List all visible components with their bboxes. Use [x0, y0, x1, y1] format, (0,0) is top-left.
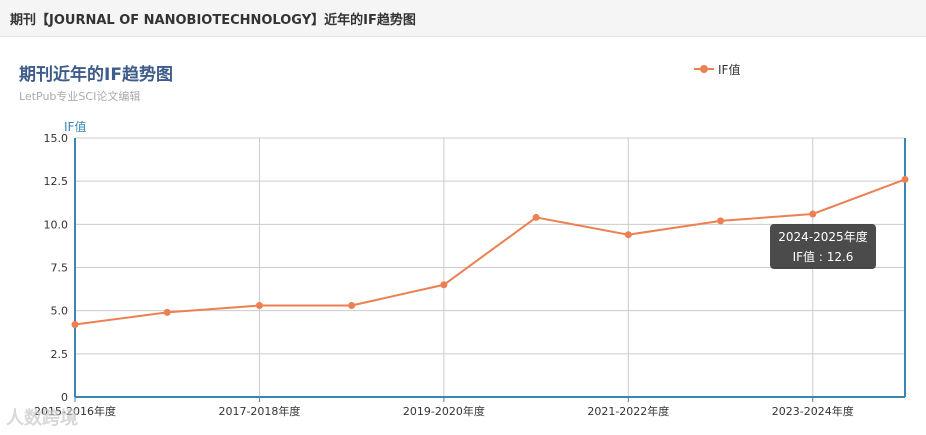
data-point — [901, 175, 909, 183]
data-point — [809, 210, 817, 218]
data-point — [348, 301, 356, 309]
data-point — [624, 231, 632, 239]
data-point — [717, 217, 725, 225]
x-tick-label: 2019-2020年度 — [403, 404, 485, 418]
data-point — [71, 320, 79, 328]
data-point — [532, 213, 540, 221]
line-chart: 02.55.07.510.012.515.02015-2016年度 2017-20… — [34, 132, 909, 418]
data-point — [440, 281, 448, 289]
y-tick-label: 7.5 — [51, 262, 69, 275]
y-tick-label: 10.0 — [44, 218, 69, 231]
x-tick-label: 2023-2024年度 — [772, 404, 854, 418]
x-tick-label: 2017-2018年度 — [218, 404, 300, 418]
watermark-logo: 人数跨境 — [6, 408, 78, 429]
chart-tooltip: 2024-2025年度 IF值 : 12.6 — [770, 224, 876, 269]
tooltip-title: 2024-2025年度 — [778, 230, 868, 244]
y-tick-label: 2.5 — [51, 348, 69, 361]
tooltip-value: IF值 : 12.6 — [792, 250, 854, 264]
data-point — [163, 308, 171, 316]
y-tick-label: 0 — [61, 391, 68, 404]
data-point — [255, 301, 263, 309]
y-tick-label: 5.0 — [51, 305, 69, 318]
y-tick-label: 15.0 — [44, 132, 69, 145]
x-tick-label: 2021-2022年度 — [587, 404, 669, 418]
y-tick-label: 12.5 — [44, 175, 69, 188]
